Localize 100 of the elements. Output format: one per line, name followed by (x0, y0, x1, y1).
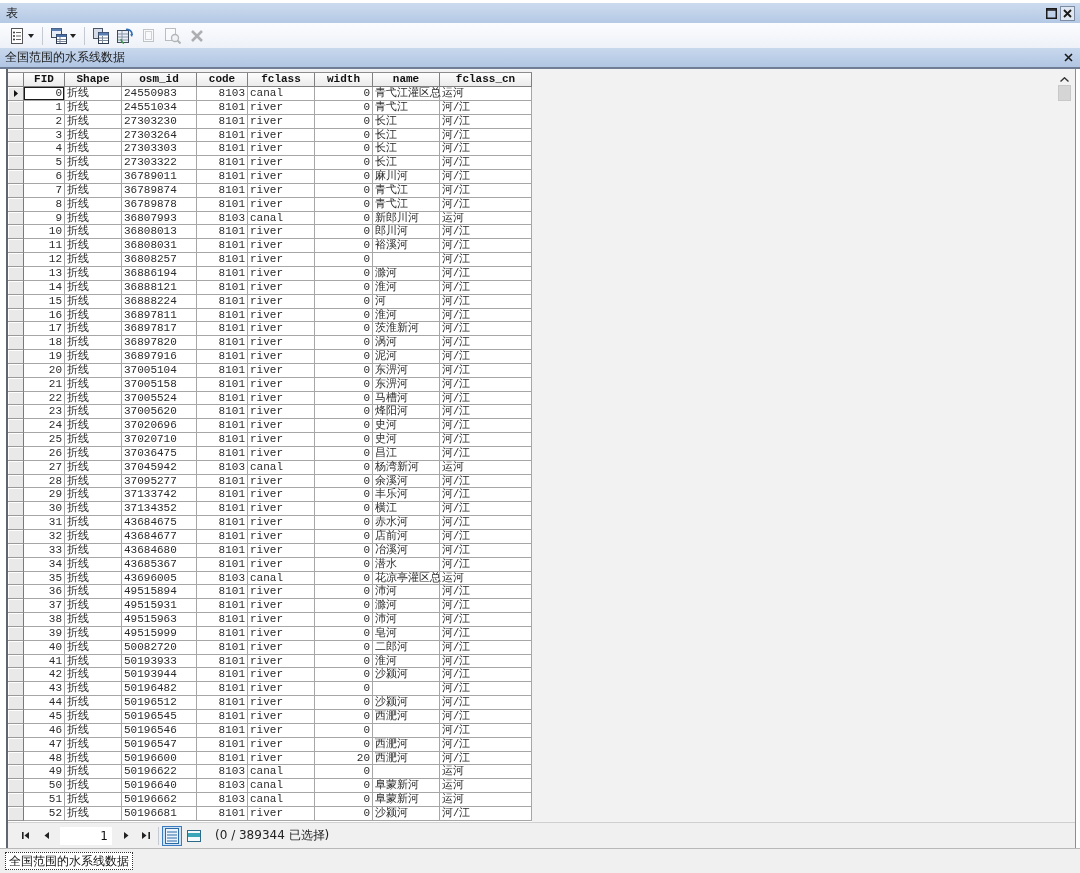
table-cell: 0 (315, 737, 373, 752)
next-icon (123, 832, 129, 839)
table-cell: 43685367 (122, 557, 197, 572)
view-toggle-button[interactable] (162, 825, 182, 846)
maximize-icon[interactable] (1046, 7, 1057, 19)
table-cell: 河/江 (440, 405, 532, 420)
table-cell: 0 (315, 183, 373, 198)
column-header[interactable]: code (197, 73, 248, 87)
table-cell: 27 (24, 460, 65, 475)
table-cell: 8101 (197, 294, 248, 309)
table-cell: 河/江 (440, 668, 532, 683)
table-cell: 43684680 (122, 543, 197, 558)
table-cell: 36789874 (122, 183, 197, 198)
toolbar-button[interactable] (49, 26, 78, 45)
table-cell: 0 (315, 211, 373, 226)
table-cell: 滁河 (373, 266, 440, 281)
table-cell: 折线 (65, 405, 122, 420)
table-cell: 0 (315, 806, 373, 821)
column-header[interactable]: width (315, 73, 373, 87)
table-cell: 折线 (65, 571, 122, 586)
table-cell: 38 (24, 613, 65, 627)
table-cell: river (248, 294, 315, 309)
table-cell: 0 (315, 239, 373, 254)
table-cell: 8101 (197, 709, 248, 724)
table-cell: 8101 (197, 626, 248, 641)
table-cell: 8103 (197, 765, 248, 780)
table-cell: 河/江 (440, 709, 532, 724)
table-cell: 20 (315, 751, 373, 766)
stacked-tables-icon (51, 27, 67, 44)
table-cell: river (248, 474, 315, 489)
table-cell: river (248, 613, 315, 627)
table-cell: 37020696 (122, 419, 197, 434)
table-cell: 10 (24, 225, 65, 240)
table-cell: 折线 (65, 197, 122, 212)
table-cell: 运河 (440, 460, 532, 475)
column-header[interactable]: name (373, 73, 440, 87)
table-cell: 折线 (65, 336, 122, 351)
table-cell: 0 (315, 197, 373, 212)
table-cell: 余溪河 (373, 474, 440, 489)
table-cell: river (248, 626, 315, 641)
table-cell: 0 (315, 433, 373, 447)
table-cell: river (248, 737, 315, 752)
column-header[interactable]: FID (24, 73, 65, 87)
table-cell: canal (248, 779, 315, 794)
table-cell: 0 (315, 654, 373, 669)
table-cell: 0 (315, 696, 373, 710)
table-cell: 50196622 (122, 765, 197, 780)
table-cell: river (248, 197, 315, 212)
table-cell: 河/江 (440, 737, 532, 752)
table-cell: 24 (24, 419, 65, 434)
column-header[interactable]: osm_id (122, 73, 197, 87)
table-cell: 37134352 (122, 502, 197, 517)
table-cell: 36808257 (122, 253, 197, 267)
table-cell: 8101 (197, 806, 248, 821)
table-cell: 8101 (197, 391, 248, 406)
close-icon[interactable] (1064, 53, 1073, 62)
table-tab[interactable]: 全国范围的水系线数据 (5, 852, 133, 870)
table-cell: 折线 (65, 793, 122, 807)
table-cell: 0 (315, 128, 373, 143)
table-cell: 运河 (440, 571, 532, 586)
table-cell: 37005524 (122, 391, 197, 406)
table-cell: 8101 (197, 737, 248, 752)
toolbar-button[interactable] (115, 26, 135, 45)
column-header[interactable]: fclass_cn (440, 73, 532, 87)
table-cell: 8101 (197, 239, 248, 254)
table-cell: river (248, 682, 315, 697)
table-cell: 折线 (65, 142, 122, 157)
table-cell: 8103 (197, 87, 248, 101)
table-cell: 0 (315, 336, 373, 351)
table-cell: river (248, 308, 315, 323)
table-cell: 27303264 (122, 128, 197, 143)
table-cell: river (248, 585, 315, 600)
table-cell: river (248, 350, 315, 364)
table-cell: 折线 (65, 668, 122, 683)
table-cell: 潜水 (373, 557, 440, 572)
empty-cell (373, 253, 440, 267)
table-cell: 34 (24, 557, 65, 572)
table-cell: 河/江 (440, 170, 532, 184)
toolbar-button[interactable] (91, 26, 111, 45)
column-header[interactable]: fclass (248, 73, 315, 87)
table-cell: 8101 (197, 446, 248, 461)
row-selector[interactable] (8, 87, 24, 101)
table-cell: river (248, 751, 315, 766)
scrollbar-thumb[interactable] (1058, 85, 1071, 101)
table-cell: 39 (24, 626, 65, 641)
table-cell: 折线 (65, 266, 122, 281)
table-cell: 沙颍河 (373, 668, 440, 683)
table-cell: 折线 (65, 253, 122, 267)
record-number-field[interactable]: 1 (60, 826, 112, 845)
table-cell: 9 (24, 211, 65, 226)
column-header[interactable]: Shape (65, 73, 122, 87)
table-cell: 折线 (65, 211, 122, 226)
table-cell: 31 (24, 516, 65, 530)
close-button[interactable] (1060, 5, 1075, 21)
table-cell: river (248, 225, 315, 240)
table-cell: 河/江 (440, 142, 532, 157)
table-cell: 河/江 (440, 543, 532, 558)
table-cell: 33 (24, 543, 65, 558)
scroll-up-icon[interactable] (1060, 77, 1069, 82)
table-cell: 河/江 (440, 336, 532, 351)
